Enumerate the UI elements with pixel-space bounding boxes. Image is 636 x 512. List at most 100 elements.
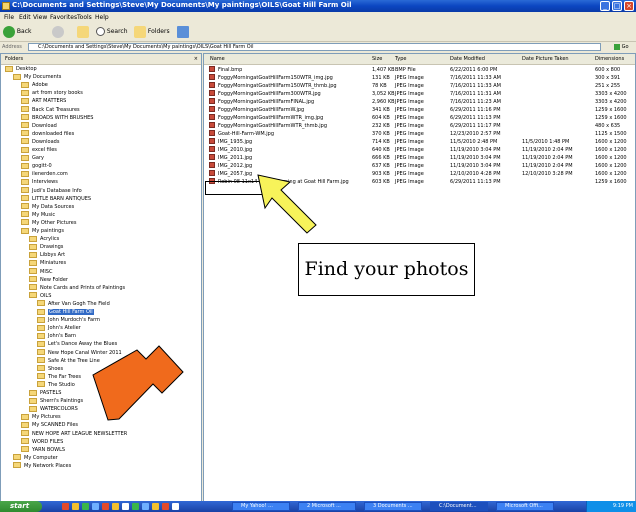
folder-tree-item[interactable]: New Folder: [29, 276, 68, 284]
quicklaunch-icon[interactable]: [152, 503, 159, 510]
folder-tree-item[interactable]: Let's Dance Away the Blues: [37, 340, 117, 348]
forward-button[interactable]: [52, 25, 64, 38]
file-row[interactable]: Final.bmp 1,407 KB BMP File 6/22/2011 6:00 …: [204, 66, 635, 74]
quicklaunch-icon[interactable]: [72, 503, 79, 510]
file-row[interactable]: FoggyMorningatGoatHillFarm150WTR_img.jpg…: [204, 74, 635, 82]
close-button[interactable]: ×: [624, 1, 634, 11]
folder-tree-item[interactable]: Download: [21, 122, 57, 130]
go-button[interactable]: Go: [614, 43, 634, 51]
folder-tree-item[interactable]: Libbys Art: [29, 251, 65, 259]
file-row[interactable]: FoggyMorningatGoatHillFarmFINAL.jpg 2,960…: [204, 98, 635, 106]
folder-tree-item[interactable]: My Network Places: [13, 462, 71, 470]
file-row[interactable]: FoggyMorningatGoatHillFarmWTR_thmb.jpg 23…: [204, 122, 635, 130]
folder-tree-item[interactable]: PASTELS: [29, 389, 61, 397]
file-row[interactable]: FoggyMorningatGoatHillFarmW.jpg 341 KB JPE…: [204, 106, 635, 114]
address-input[interactable]: C:\Documents and Settings\Steve\My Docum…: [28, 43, 601, 51]
folder-tree-item[interactable]: excel files: [21, 146, 57, 154]
menu-edit[interactable]: Edit: [19, 14, 31, 21]
folder-tree-item[interactable]: The Studio: [37, 381, 75, 389]
menu-file[interactable]: File: [4, 14, 14, 21]
file-row[interactable]: Robin 08 11x14 Foggy Morning at Goat Hil…: [204, 178, 635, 186]
title-bar[interactable]: C:\Documents and Settings\Steve\My Docum…: [0, 0, 636, 12]
folder-tree-item[interactable]: Interviews: [21, 178, 58, 186]
folder-tree-item[interactable]: gogitt-0: [21, 162, 52, 170]
menu-tools[interactable]: Tools: [77, 14, 92, 21]
folder-tree-item[interactable]: John Murdoch's Farm: [37, 316, 100, 324]
file-row[interactable]: IMG_2011.jpg 666 KB JPEG Image 11/19/2010 3…: [204, 154, 635, 162]
folder-tree-item[interactable]: Goat Hill Farm Oil: [37, 308, 94, 316]
folder-tree-item[interactable]: art from story books: [21, 89, 83, 97]
menu-help[interactable]: Help: [95, 14, 109, 21]
quicklaunch-icon[interactable]: [122, 503, 129, 510]
folder-tree-item[interactable]: WATERCOLORS: [29, 405, 78, 413]
folder-tree-item[interactable]: downloaded files: [21, 130, 74, 138]
folder-tree-item[interactable]: Adobe: [21, 81, 48, 89]
folder-tree-item[interactable]: My SCANNED Files: [21, 421, 78, 429]
quicklaunch-icon[interactable]: [102, 503, 109, 510]
quicklaunch-icon[interactable]: [142, 503, 149, 510]
folder-tree-item[interactable]: The Far Trees: [37, 373, 81, 381]
folder-tree-item[interactable]: Downloads: [21, 138, 59, 146]
folder-tree-item[interactable]: Acrylics: [29, 235, 59, 243]
folder-tree-item[interactable]: My Music: [21, 211, 55, 219]
folder-tree-item[interactable]: ilenerden.com: [21, 170, 68, 178]
quicklaunch-icon[interactable]: [82, 503, 89, 510]
folder-tree-item[interactable]: Sherri's Paintings: [29, 397, 83, 405]
column-dimensions[interactable]: Dimensions: [595, 54, 624, 64]
folder-tree-item[interactable]: OILS: [29, 292, 51, 300]
folder-tree-item[interactable]: My Documents: [13, 73, 61, 81]
folder-tree-item[interactable]: My Computer: [13, 454, 58, 462]
menu-favorites[interactable]: Favorites: [50, 14, 77, 21]
file-row[interactable]: IMG_2012.jpg 637 KB JPEG Image 11/19/2010 3…: [204, 162, 635, 170]
folder-tree-item[interactable]: Note Cards and Prints of Paintings: [29, 284, 125, 292]
folder-tree-item[interactable]: John's Barn: [37, 332, 76, 340]
folder-tree-item[interactable]: Back Cat Treasures: [21, 106, 80, 114]
column-name[interactable]: Name: [210, 54, 225, 64]
folder-tree-item[interactable]: MISC: [29, 268, 52, 276]
start-button[interactable]: start: [0, 501, 42, 512]
file-row[interactable]: Goat-Hill-Farm-WM.jpg 370 KB JPEG Image 12/…: [204, 130, 635, 138]
taskbar-item-microsoft[interactable]: 2 Microsoft ...: [298, 502, 356, 511]
folder-tree-item[interactable]: My Pictures: [21, 413, 61, 421]
back-button[interactable]: Back: [3, 25, 32, 38]
folder-tree-item[interactable]: WORD FILES: [21, 438, 63, 446]
column-type[interactable]: Type: [395, 54, 406, 64]
folder-tree-item[interactable]: NEW HOPE ART LEAGUE NEWSLETTER: [21, 430, 127, 438]
folder-tree-item[interactable]: Drawings: [29, 243, 63, 251]
column-size[interactable]: Size: [372, 54, 382, 64]
column-date-picture-taken[interactable]: Date Picture Taken: [522, 54, 569, 64]
menu-view[interactable]: View: [33, 14, 47, 21]
folder-tree-item[interactable]: My paintings: [21, 227, 64, 235]
folder-tree-item[interactable]: After Van Gogh The Field: [37, 300, 110, 308]
folder-tree-item[interactable]: Desktop: [5, 65, 37, 73]
quicklaunch-icon[interactable]: [162, 503, 169, 510]
folder-tree-item[interactable]: Miniatures: [29, 259, 66, 267]
quicklaunch-icon[interactable]: [112, 503, 119, 510]
file-row[interactable]: FoggyMorningatGoatHillFarmWTR_img.jpg 604…: [204, 114, 635, 122]
quicklaunch-icon[interactable]: [62, 503, 69, 510]
views-button[interactable]: [177, 25, 189, 38]
folder-tree-item[interactable]: Judi's Database Info: [21, 187, 82, 195]
folder-tree-item[interactable]: LITTLE BARN ANTIQUES: [21, 195, 91, 203]
file-row[interactable]: FoggyMorningatGoatHillFarm150WTR_thmb.jp…: [204, 82, 635, 90]
taskbar-item-explorer[interactable]: C:\Document...: [430, 502, 488, 511]
quicklaunch-icon[interactable]: [132, 503, 139, 510]
folder-tree-item[interactable]: My Data Sources: [21, 203, 74, 211]
minimize-button[interactable]: _: [600, 1, 610, 11]
file-row[interactable]: IMG_2010.jpg 640 KB JPEG Image 11/19/2010 3…: [204, 146, 635, 154]
maximize-button[interactable]: □: [612, 1, 622, 11]
folder-tree-item[interactable]: YARN BOWLS: [21, 446, 65, 454]
folders-pane-close-button[interactable]: ×: [194, 54, 198, 64]
file-row[interactable]: FoggyMorningatGoatHillFarm300WTR.jpg 3,05…: [204, 90, 635, 98]
folder-tree-item[interactable]: My Other Pictures: [21, 219, 76, 227]
folders-button[interactable]: Folders: [134, 25, 170, 38]
up-folder-button[interactable]: [77, 25, 89, 38]
folder-tree-item[interactable]: John's Atelier: [37, 324, 81, 332]
file-row[interactable]: IMG_1935.jpg 714 KB JPEG Image 11/5/2010 2:…: [204, 138, 635, 146]
search-button[interactable]: Search: [96, 25, 128, 38]
folder-tree-item[interactable]: Gary: [21, 154, 44, 162]
folder-tree-item[interactable]: Shoes: [37, 365, 63, 373]
folder-tree-item[interactable]: New Hope Canal Winter 2011: [37, 349, 122, 357]
column-date-modified[interactable]: Date Modified: [450, 54, 485, 64]
folder-tree-item[interactable]: BROADS WITH BRUSHES: [21, 114, 93, 122]
